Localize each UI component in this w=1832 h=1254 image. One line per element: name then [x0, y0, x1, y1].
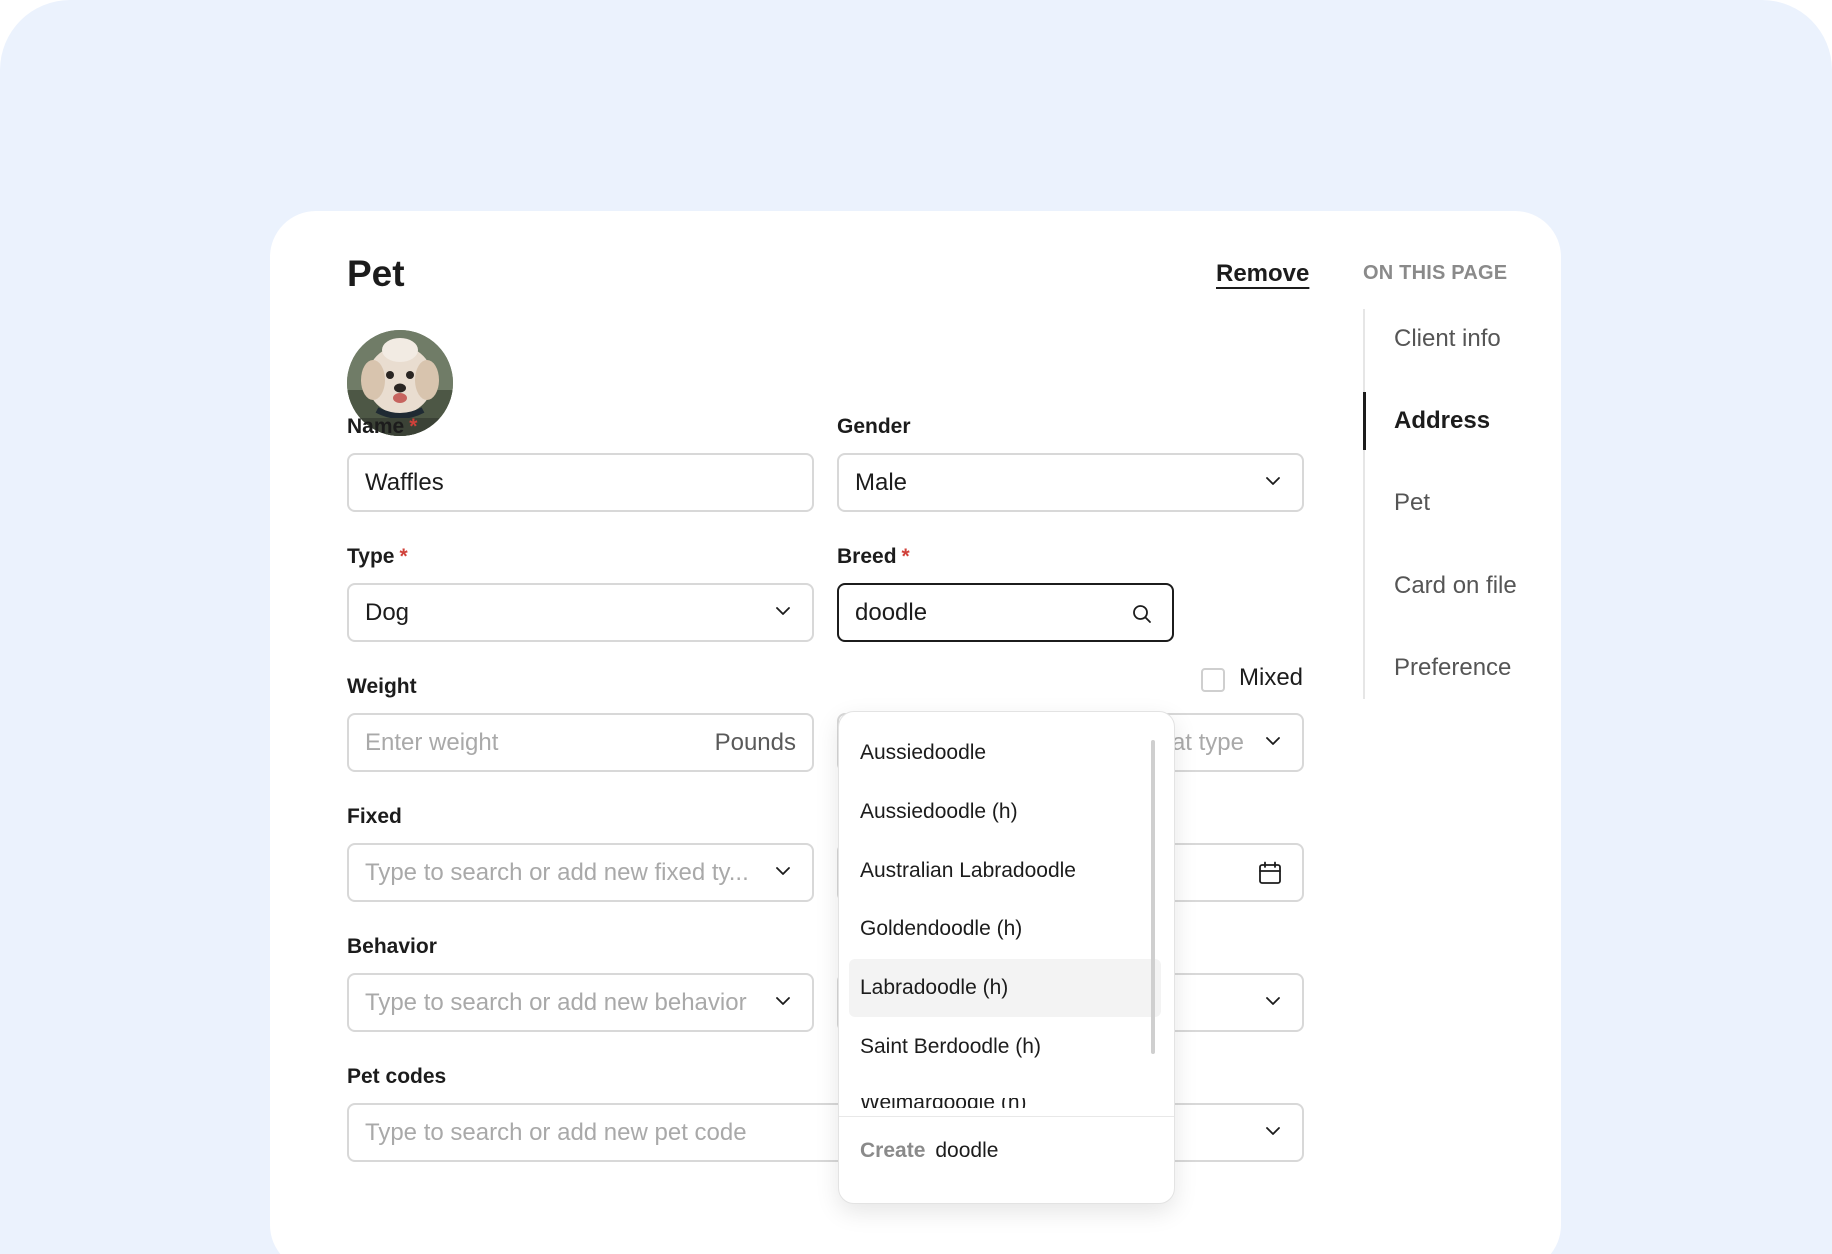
toc-item-address[interactable]: Address: [1394, 407, 1490, 435]
fixed-label: Fixed: [347, 805, 402, 828]
create-breed-option[interactable]: Create doodle: [860, 1139, 998, 1163]
required-marker: *: [409, 415, 418, 438]
dropdown-divider: [839, 1116, 1174, 1117]
chevron-down-icon: [1266, 1126, 1280, 1135]
mixed-checkbox[interactable]: [1201, 668, 1225, 692]
breed-option[interactable]: Aussiedoodle (h): [849, 783, 1161, 841]
toc-item-preference[interactable]: Preference: [1394, 654, 1511, 682]
breed-dropdown: Aussiedoodle Aussiedoodle (h) Australian…: [838, 711, 1175, 1204]
name-label: Name *: [347, 415, 417, 439]
weight-input[interactable]: Enter weight Pounds: [347, 713, 814, 772]
pet-card: Pet Remove Name * Waffles Gender Male Ty…: [270, 211, 1561, 1254]
pet-codes-placeholder: Type to search or add new pet code: [365, 1118, 747, 1146]
page-title: Pet: [347, 253, 405, 294]
gender-value: Male: [855, 468, 908, 496]
toc-divider: [1363, 309, 1365, 699]
name-value: Waffles: [365, 468, 444, 496]
name-field[interactable]: Waffles: [347, 453, 814, 512]
name-label-text: Name: [347, 415, 405, 438]
breed-option[interactable]: Australian Labradoodle: [849, 842, 1161, 900]
chevron-down-icon: [1266, 736, 1280, 745]
weight-placeholder: Enter weight: [365, 728, 499, 756]
weight-unit: Pounds: [714, 728, 796, 756]
chevron-down-icon: [776, 606, 790, 615]
type-label-text: Type: [347, 545, 395, 568]
required-marker: *: [901, 545, 910, 568]
breed-option-highlighted[interactable]: Labradoodle (h): [849, 959, 1161, 1017]
breed-label-text: Breed: [837, 545, 897, 568]
toc-item-pet[interactable]: Pet: [1394, 489, 1430, 517]
mixed-label: Mixed: [1239, 664, 1304, 691]
behavior-select[interactable]: Type to search or add new behavior: [347, 973, 814, 1032]
toc-item-card-on-file[interactable]: Card on file: [1394, 572, 1517, 600]
calendar-icon[interactable]: [1258, 861, 1282, 885]
breed-option[interactable]: Saint Berdoodle (h): [849, 1018, 1161, 1076]
chevron-down-icon: [776, 996, 790, 1005]
breed-option[interactable]: Aussiedoodle: [849, 724, 1161, 782]
toc-item-client-info[interactable]: Client info: [1394, 325, 1501, 353]
create-value: doodle: [935, 1139, 999, 1162]
behavior-label: Behavior: [347, 935, 437, 958]
fixed-placeholder: Type to search or add new fixed ty...: [365, 858, 749, 886]
type-label: Type *: [347, 545, 408, 569]
chevron-down-icon: [1266, 996, 1280, 1005]
pet-codes-label: Pet codes: [347, 1065, 447, 1088]
chevron-down-icon: [1266, 476, 1280, 485]
gender-select[interactable]: Male: [837, 453, 1304, 512]
type-select[interactable]: Dog: [347, 583, 814, 642]
coat-type-placeholder: at type: [1171, 728, 1244, 756]
remove-button[interactable]: Remove: [1216, 260, 1309, 288]
weight-label: Weight: [347, 675, 417, 698]
breed-search-input[interactable]: doodle: [837, 583, 1174, 642]
page-background: Pet Remove Name * Waffles Gender Male Ty…: [0, 0, 1832, 1254]
breed-option[interactable]: Goldendoodle (h): [849, 900, 1161, 958]
chevron-down-icon: [776, 866, 790, 875]
gender-label: Gender: [837, 415, 911, 438]
create-label: Create: [860, 1139, 926, 1162]
fixed-select[interactable]: Type to search or add new fixed ty...: [347, 843, 814, 902]
search-icon[interactable]: [1132, 604, 1152, 624]
dropdown-scrollbar[interactable]: [1151, 740, 1155, 1054]
toc-active-indicator: [1363, 392, 1366, 450]
breed-label: Breed *: [837, 545, 910, 569]
required-marker: *: [399, 545, 408, 568]
toc-title: ON THIS PAGE: [1363, 262, 1508, 284]
breed-option-partial[interactable]: Weimardoodle (h): [860, 1098, 1027, 1108]
breed-value: doodle: [855, 598, 928, 626]
behavior-placeholder: Type to search or add new behavior: [365, 988, 747, 1016]
type-value: Dog: [365, 598, 410, 626]
